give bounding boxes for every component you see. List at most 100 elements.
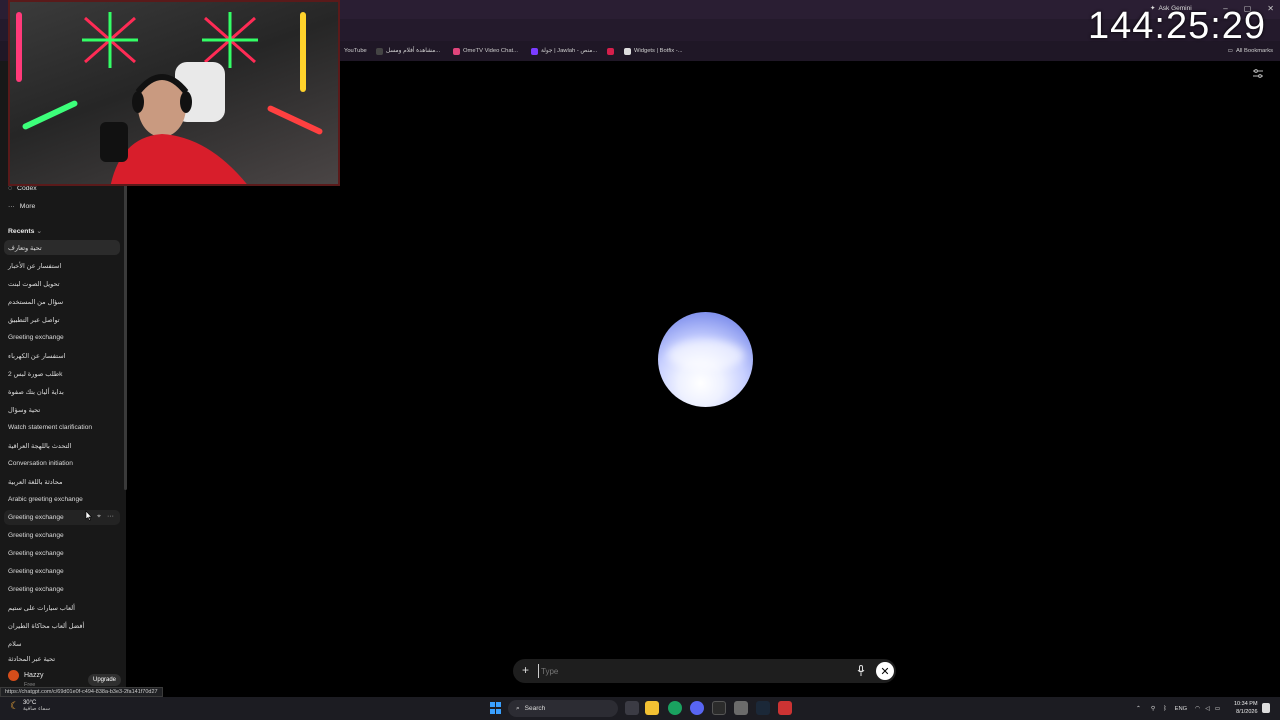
upgrade-button[interactable]: Upgrade bbox=[88, 674, 122, 686]
recent-chat-label: Greeting exchange bbox=[8, 532, 64, 539]
plus-icon[interactable]: + bbox=[522, 663, 529, 677]
bookmark-red[interactable] bbox=[607, 41, 617, 61]
recent-chat-item[interactable]: Greeting exchange bbox=[4, 330, 120, 345]
recent-chat-item[interactable]: Greeting exchange bbox=[4, 528, 120, 543]
recent-chat-label: تحية عبر المحادثة bbox=[8, 656, 56, 663]
speaker-icon[interactable]: ◁ bbox=[1205, 706, 1209, 712]
steam-icon[interactable] bbox=[756, 701, 770, 715]
recent-chat-label: Greeting exchange bbox=[8, 586, 64, 593]
recent-chat-label: طلب صورة لبس 2k bbox=[8, 370, 63, 378]
status-bar-url: https://chatgpt.com/c/69d01e0f-c494-838a… bbox=[0, 687, 163, 697]
message-input[interactable] bbox=[538, 664, 838, 678]
chevron-up-icon[interactable]: ⌃ bbox=[1136, 706, 1141, 712]
network-icon[interactable]: ⚲ bbox=[1151, 706, 1155, 712]
search-icon: ⌕ bbox=[516, 704, 520, 712]
weather-widget[interactable]: ☾ 30°C سماء صافية bbox=[10, 700, 50, 712]
notification-bell-icon[interactable] bbox=[1262, 703, 1270, 713]
bookmark-favicon-icon bbox=[607, 47, 614, 55]
recent-chat-item[interactable]: استفسار عن الأخبار bbox=[4, 258, 120, 273]
windows-start-icon[interactable] bbox=[489, 701, 503, 715]
microphone-icon[interactable] bbox=[857, 665, 865, 677]
recent-chat-label: بداية أليان بتك صفوة bbox=[8, 388, 64, 396]
bookmark-movies[interactable]: مشاهدة أفلام ومسل... bbox=[376, 41, 440, 61]
recents-heading[interactable]: Recents ⌄ bbox=[8, 227, 42, 235]
sidebar-item-label: More bbox=[19, 203, 36, 210]
taskbar-clock[interactable]: 10:34 PM 8/1/2026 bbox=[1234, 700, 1258, 716]
weather-desc: سماء صافية bbox=[22, 706, 51, 712]
led-strip bbox=[21, 99, 79, 131]
bookmark-botfix[interactable]: Widgets | Botfix -... bbox=[624, 41, 683, 61]
led-strip bbox=[266, 104, 324, 136]
recent-chat-item[interactable]: أفضل ألعاب محاكاة الطيران bbox=[4, 618, 120, 633]
recent-chat-label: محادثة باللغة العربية bbox=[8, 478, 63, 486]
settings-sliders-icon[interactable] bbox=[1253, 69, 1263, 78]
recent-chat-item[interactable]: ألعاب سيارات على ستيم bbox=[4, 600, 120, 615]
recent-chat-item[interactable]: تحية عبر المحادثة bbox=[4, 654, 120, 664]
system-tray: ⌃ ⚲ ᛒ ENG ◠ ◁ ▭ bbox=[1136, 697, 1220, 720]
bookmark-youtube[interactable]: YouTube bbox=[344, 41, 367, 61]
composer: + ✕ bbox=[513, 659, 896, 683]
recent-chat-item[interactable]: استفسار عن الكهرباء bbox=[4, 348, 120, 363]
sidebar-scrollbar[interactable] bbox=[124, 180, 127, 490]
recent-chat-item[interactable]: تحية وتعارف bbox=[4, 240, 120, 255]
discord-icon[interactable] bbox=[690, 701, 704, 715]
recent-chat-item[interactable]: Watch statement clarification bbox=[4, 420, 120, 435]
app-icon[interactable] bbox=[778, 701, 792, 715]
user-profile[interactable]: Hazzy bbox=[8, 670, 43, 681]
recent-chat-item[interactable]: Greeting exchange bbox=[4, 546, 120, 561]
recent-chat-item[interactable]: سلام bbox=[4, 636, 120, 651]
recent-chat-label: Conversation initiation bbox=[8, 460, 73, 467]
bluetooth-icon[interactable]: ᛒ bbox=[1163, 706, 1166, 712]
recents-label: Recents bbox=[8, 228, 35, 235]
recent-chat-item[interactable]: Greeting exchange bbox=[4, 582, 120, 597]
sidebar-item-codex[interactable]: ◌ Codex bbox=[8, 185, 37, 192]
pin-icon[interactable]: ⌖ bbox=[97, 513, 101, 521]
streamer-person bbox=[100, 62, 247, 184]
row-actions: ⌖ ··· bbox=[97, 513, 114, 521]
close-window-button[interactable]: ✕ bbox=[1267, 4, 1274, 13]
capcut-icon[interactable] bbox=[712, 701, 726, 715]
chrome-icon[interactable] bbox=[668, 701, 682, 715]
battery-icon[interactable]: ▭ bbox=[1215, 706, 1220, 712]
bookmark-favicon-icon bbox=[624, 47, 631, 55]
more-options-icon[interactable]: ··· bbox=[107, 513, 114, 521]
recent-chat-item[interactable]: تحويل الصوت لبنت bbox=[4, 276, 120, 291]
recent-chat-label: Greeting exchange bbox=[8, 568, 64, 575]
bookmark-ometv[interactable]: OmeTV Video Chat... bbox=[453, 41, 518, 61]
recent-chat-label: Greeting exchange bbox=[8, 334, 64, 341]
weather-moon-icon: ☾ bbox=[10, 700, 19, 712]
bookmark-label: جولة | Jawlah - منص... bbox=[541, 48, 598, 54]
recent-chat-item[interactable]: Greeting exchange ⌖ ··· bbox=[4, 510, 120, 525]
language-indicator[interactable]: ENG bbox=[1175, 706, 1188, 712]
recent-chat-item[interactable]: Conversation initiation bbox=[4, 456, 120, 471]
recent-chat-item[interactable]: التحدث باللهجة العراقية bbox=[4, 438, 120, 453]
bookmark-jawlah[interactable]: جولة | Jawlah - منص... bbox=[531, 41, 597, 61]
recent-chat-item[interactable]: سؤال من المستخدم bbox=[4, 294, 120, 309]
file-explorer-icon[interactable] bbox=[645, 701, 659, 715]
bookmark-label: مشاهدة أفلام ومسل... bbox=[386, 48, 441, 54]
recent-chat-label: التحدث باللهجة العراقية bbox=[8, 442, 72, 450]
sidebar-item-label: Codex bbox=[17, 185, 37, 192]
recent-chat-label: Greeting exchange bbox=[8, 514, 64, 521]
recent-chat-item[interactable]: Greeting exchange bbox=[4, 564, 120, 579]
recent-chat-item[interactable]: تواصل عبر التطبيق bbox=[4, 312, 120, 327]
recent-chat-item[interactable]: Arabic greeting exchange bbox=[4, 492, 120, 507]
led-strip bbox=[16, 12, 22, 82]
recent-chat-item[interactable]: طلب صورة لبس 2k bbox=[4, 366, 120, 381]
taskbar-search[interactable]: ⌕ Search bbox=[508, 700, 618, 717]
end-voice-button[interactable]: ✕ bbox=[876, 662, 894, 680]
recent-chat-label: تحويل الصوت لبنت bbox=[8, 280, 60, 288]
recent-chat-item[interactable]: بداية أليان بتك صفوة bbox=[4, 384, 120, 399]
recent-chat-item[interactable]: محادثة باللغة العربية bbox=[4, 474, 120, 489]
recent-chat-label: سلام bbox=[8, 640, 22, 648]
recent-chat-label: استفسار عن الأخبار bbox=[8, 262, 62, 270]
search-label: Search bbox=[524, 705, 546, 712]
wifi-icon[interactable]: ◠ bbox=[1195, 706, 1200, 712]
codex-icon: ◌ bbox=[8, 185, 13, 192]
bookmark-label: Widgets | Botfix -... bbox=[634, 48, 683, 54]
calculator-icon[interactable] bbox=[734, 701, 748, 715]
stream-timer: 144:25:29 bbox=[1088, 5, 1267, 47]
task-view-icon[interactable] bbox=[625, 701, 639, 715]
sidebar-item-more[interactable]: ··· More bbox=[8, 203, 35, 210]
recent-chat-item[interactable]: تحية وسؤال bbox=[4, 402, 120, 417]
